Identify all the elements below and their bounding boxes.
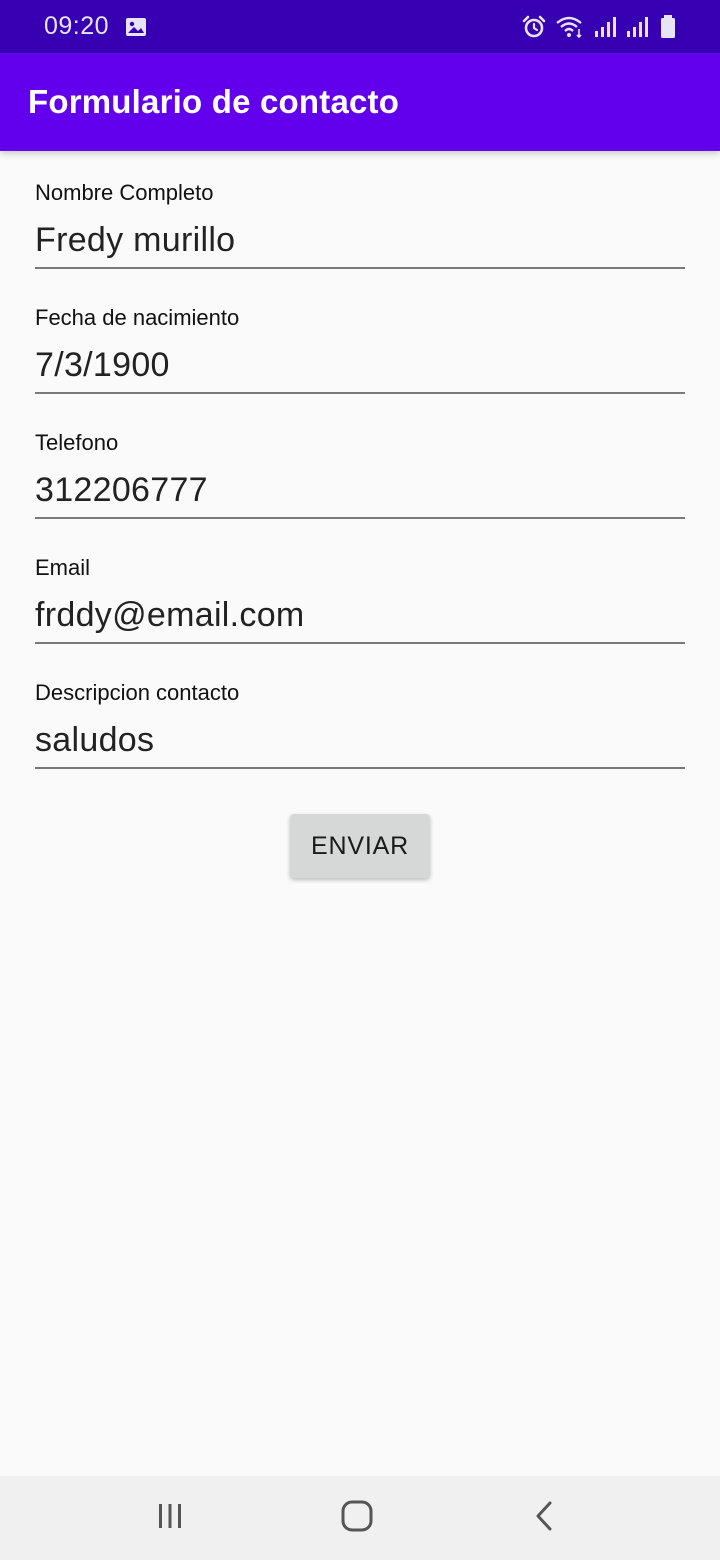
recents-icon bbox=[155, 1501, 185, 1536]
signal-icon bbox=[593, 15, 617, 39]
full-name-field: Nombre Completo bbox=[35, 151, 685, 276]
field-underline bbox=[35, 267, 685, 269]
alarm-icon bbox=[521, 15, 547, 39]
app-bar: Formulario de contacto bbox=[0, 53, 720, 151]
phone-label: Telefono bbox=[35, 430, 119, 455]
status-left: 09:20 bbox=[44, 12, 147, 41]
back-button[interactable] bbox=[485, 1476, 605, 1560]
contact-form: Nombre Completo Fecha de nacimiento Tele… bbox=[35, 151, 685, 776]
app-title: Formulario de contacto bbox=[28, 83, 400, 120]
full-name-input[interactable] bbox=[35, 221, 685, 260]
description-field: Descripcion contacto bbox=[35, 651, 685, 776]
email-input[interactable] bbox=[35, 596, 685, 635]
submit-button[interactable]: ENVIAR bbox=[290, 814, 430, 878]
birth-date-field: Fecha de nacimiento bbox=[35, 276, 685, 401]
description-input[interactable] bbox=[35, 721, 685, 760]
phone-input[interactable] bbox=[35, 471, 685, 510]
field-underline bbox=[35, 517, 685, 519]
field-underline bbox=[35, 767, 685, 769]
field-underline bbox=[35, 642, 685, 644]
screen: 09:20 Formulario de contacto Nombre Comp… bbox=[0, 0, 720, 1560]
field-underline bbox=[35, 392, 685, 394]
back-icon bbox=[530, 1499, 560, 1538]
nav-bar bbox=[0, 1476, 720, 1560]
status-bar: 09:20 bbox=[0, 0, 720, 53]
battery-icon bbox=[657, 14, 679, 40]
email-field: Email bbox=[35, 526, 685, 651]
phone-field: Telefono bbox=[35, 401, 685, 526]
email-label: Email bbox=[35, 555, 91, 580]
wifi-icon bbox=[555, 15, 585, 39]
home-icon bbox=[340, 1499, 374, 1538]
birth-date-input[interactable] bbox=[35, 346, 685, 385]
status-time: 09:20 bbox=[44, 12, 110, 40]
description-label: Descripcion contacto bbox=[35, 680, 240, 705]
image-icon bbox=[125, 17, 147, 37]
recents-button[interactable] bbox=[110, 1476, 230, 1560]
birth-date-label: Fecha de nacimiento bbox=[35, 305, 240, 330]
signal-icon bbox=[625, 15, 649, 39]
status-right bbox=[521, 14, 679, 40]
home-button[interactable] bbox=[297, 1476, 417, 1560]
full-name-label: Nombre Completo bbox=[35, 180, 214, 205]
